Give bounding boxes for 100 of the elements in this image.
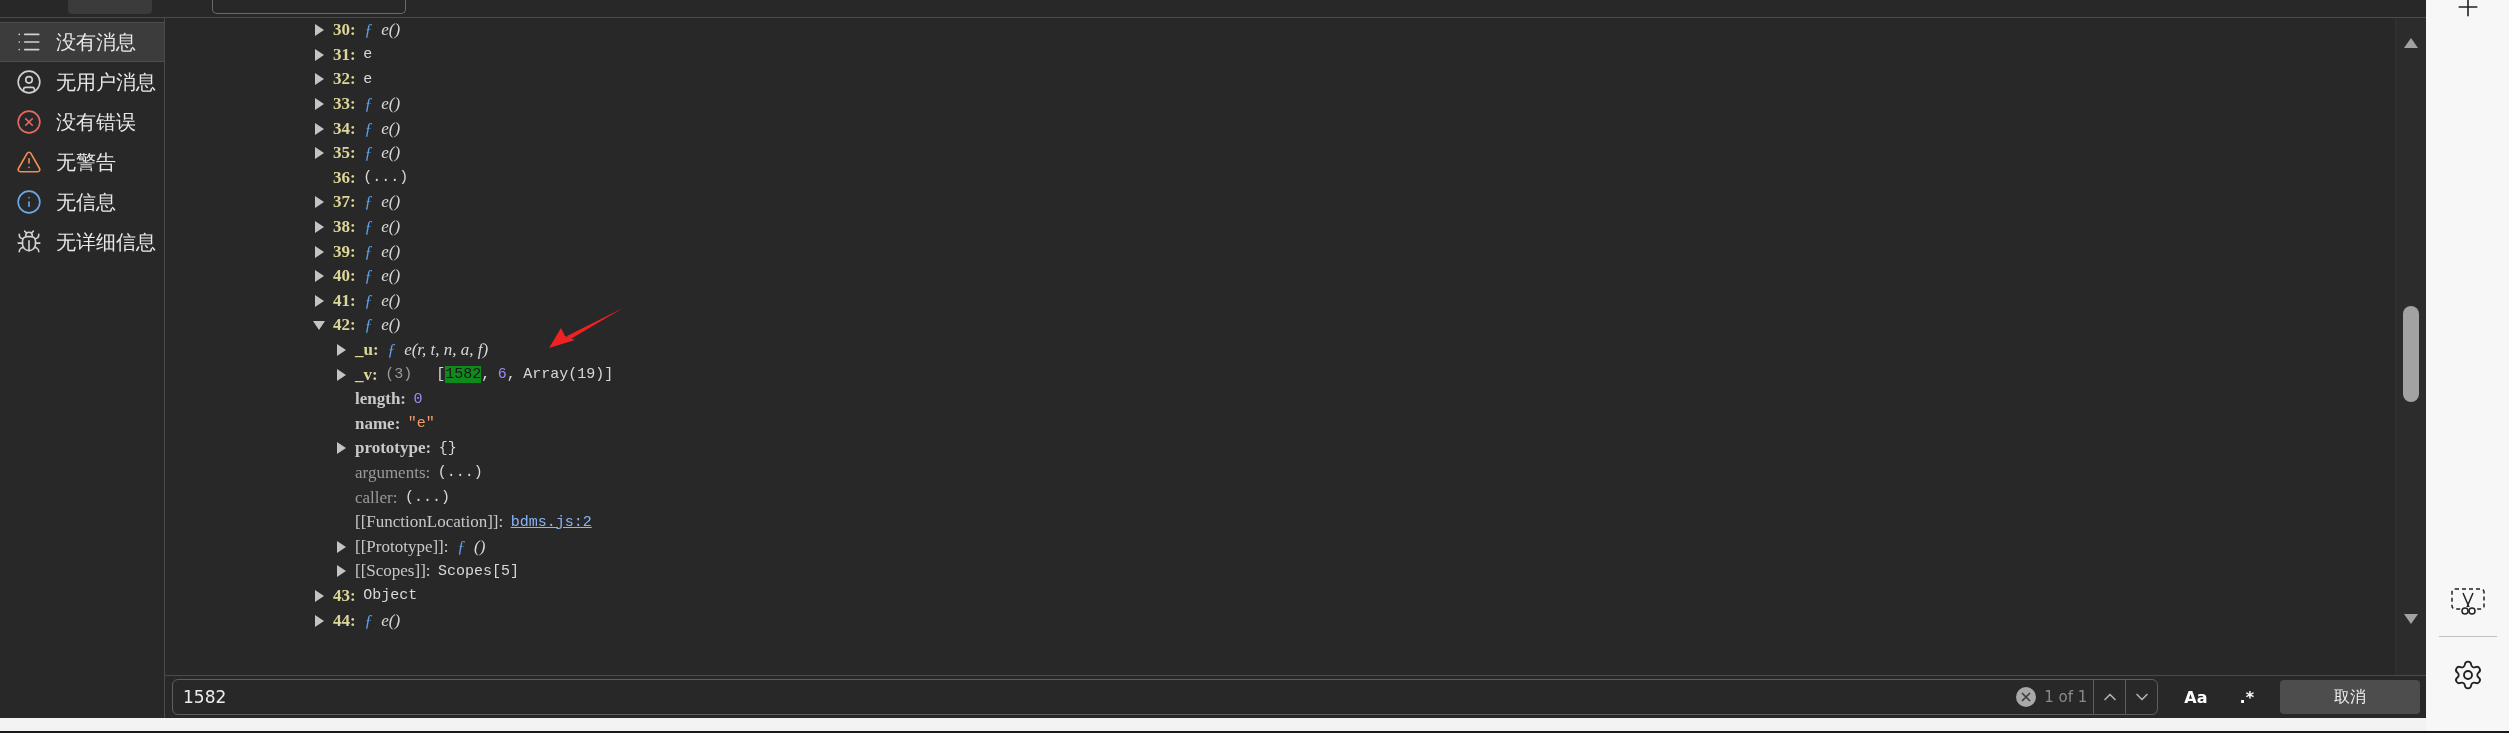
property-key: 33: [333, 94, 356, 115]
property-key: 36: [333, 167, 356, 188]
property-value: e() [381, 217, 401, 238]
property-value: "e" [407, 415, 435, 433]
triangle-icon[interactable] [335, 565, 347, 578]
property-value: e [363, 46, 373, 64]
property-value: e [363, 71, 373, 88]
sidebar-item[interactable]: 无详细信息 [0, 222, 164, 262]
property-value: Array(19)] [523, 366, 614, 384]
property-key: 38: [333, 217, 356, 238]
property-key: caller: [355, 487, 398, 508]
property-value: Scopes[5] [438, 562, 520, 580]
property-key: 30: [333, 20, 356, 41]
triangle-icon[interactable] [313, 147, 325, 160]
match-count: 1 of 1 [2044, 688, 2089, 706]
triangle-icon[interactable] [335, 442, 347, 455]
scroll-up-icon[interactable] [2404, 38, 2418, 48]
regex-button[interactable]: .* [2233, 687, 2260, 707]
property-value: ƒ [387, 340, 396, 360]
triangle-icon[interactable] [335, 368, 347, 381]
property-value: e() [381, 118, 401, 139]
property-value: ƒ [364, 143, 373, 164]
property-value: 6 [497, 366, 507, 384]
property-value: ƒ [364, 610, 373, 631]
property-value: ƒ [364, 315, 373, 336]
property-value: Object [363, 587, 418, 605]
property-value: e() [381, 241, 401, 262]
property-key: 32: [333, 69, 356, 90]
property-key: 34: [333, 118, 356, 139]
sidebar-item[interactable]: 无用户消息 [0, 62, 164, 102]
property-key: 35: [333, 143, 356, 164]
match-case-button[interactable]: Aa [2178, 687, 2214, 707]
sidebar-item[interactable]: 没有消息 [0, 22, 164, 62]
property-key: name: [355, 413, 401, 434]
property-value: ƒ [364, 217, 373, 238]
warning-icon [16, 149, 42, 175]
triangle-icon[interactable] [313, 270, 325, 283]
property-key: 44: [333, 610, 356, 631]
sidebar-label: 没有消息 [56, 28, 136, 56]
property-key: [[Scopes]]: [355, 561, 431, 582]
property-value: e() [381, 266, 401, 287]
triangle-icon[interactable] [313, 73, 325, 86]
sidebar-label: 没有错误 [56, 108, 136, 136]
property-value: e() [381, 610, 401, 631]
triangle-icon[interactable] [313, 245, 325, 258]
property-value: e() [381, 143, 401, 164]
find-box[interactable]: 1582 1 of 1 [172, 679, 2159, 715]
triangle-icon[interactable] [335, 344, 347, 356]
property-key: _u: [355, 340, 379, 360]
clear-icon[interactable] [2016, 687, 2037, 707]
property-value: {} [438, 439, 457, 457]
sidebar-label: 无信息 [56, 188, 116, 216]
property-key: [[Prototype]]: [355, 536, 449, 557]
triangle-icon[interactable] [313, 614, 325, 627]
property-value: ƒ [364, 266, 373, 287]
triangle-icon[interactable] [313, 98, 325, 111]
sidebar-label: 无详细信息 [56, 228, 156, 256]
property-key: 37: [333, 192, 356, 213]
sidebar-item[interactable]: 无警告 [0, 142, 164, 182]
info-icon [16, 189, 42, 215]
triangle-icon[interactable] [335, 540, 347, 553]
property-key: 31: [333, 44, 356, 65]
property-value: ƒ [364, 118, 373, 139]
scroll-down-icon[interactable] [2404, 614, 2418, 624]
property-value: ƒ [364, 290, 373, 311]
property-value: , [481, 366, 491, 384]
property-key: _v: [355, 364, 378, 385]
triangle-icon[interactable] [313, 122, 325, 135]
property-key: 39: [333, 241, 356, 262]
search-match: 1582 [445, 366, 482, 384]
property-value: ƒ [457, 536, 466, 557]
property-value: e() [381, 192, 401, 213]
property-value: ƒ [364, 241, 373, 262]
triangle-icon[interactable] [313, 48, 325, 61]
triangle-icon[interactable] [313, 589, 325, 602]
screenshot-cut-icon[interactable] [2450, 588, 2485, 616]
property-value: , [506, 366, 516, 384]
triangle-icon[interactable] [313, 196, 325, 209]
triangle-icon[interactable] [313, 221, 325, 234]
error-icon [16, 109, 42, 135]
property-value: e() [381, 290, 401, 311]
triangle-icon[interactable] [313, 319, 325, 332]
property-value: (...) [437, 464, 483, 482]
filter-field[interactable] [212, 0, 406, 14]
property-value: e() [381, 94, 401, 115]
cancel-button[interactable]: 取消 [2280, 680, 2420, 714]
scroll-thumb[interactable] [2403, 306, 2419, 402]
property-key: 42: [333, 315, 356, 336]
property-value: e() [381, 20, 401, 41]
property-key: arguments: [355, 463, 431, 483]
sidebar-item[interactable]: 没有错误 [0, 102, 164, 142]
scrollbar[interactable] [2395, 18, 2426, 675]
source-link[interactable]: bdms.js:2 [510, 513, 592, 531]
triangle-icon[interactable] [313, 294, 325, 307]
search-input[interactable]: 1582 [173, 687, 2017, 707]
property-value: () [474, 536, 486, 557]
triangle-icon[interactable] [313, 24, 325, 37]
sidebar-item[interactable]: 无信息 [0, 182, 164, 222]
property-value: (...) [363, 169, 409, 187]
property-value: 0 [413, 390, 423, 408]
